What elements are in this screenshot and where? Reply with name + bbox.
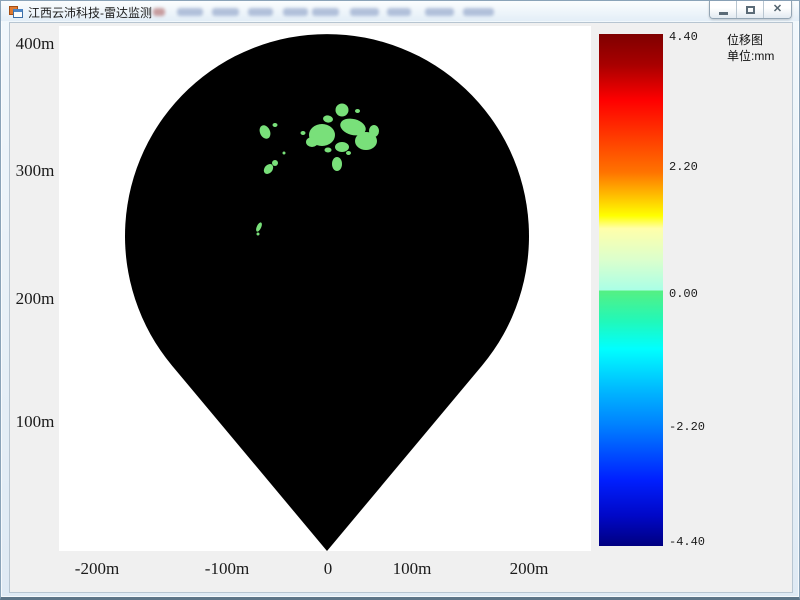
displacement-blob xyxy=(336,104,349,117)
colorbar xyxy=(599,34,663,546)
plot-panel xyxy=(59,26,591,551)
x-tick-label: 200m xyxy=(510,559,549,579)
maximize-button[interactable] xyxy=(737,1,764,18)
colorbar-legend-unit: 单位:mm xyxy=(727,48,774,64)
colorbar-tick-label: 0.00 xyxy=(669,287,698,301)
menu-item-blurred-4[interactable] xyxy=(248,8,273,16)
window-controls: ✕ xyxy=(709,1,792,19)
y-tick-label: 400m xyxy=(12,34,58,54)
y-tick-label: 300m xyxy=(12,161,58,181)
x-tick-label: -200m xyxy=(75,559,119,579)
displacement-blob xyxy=(273,123,278,127)
menu-item-blurred-7[interactable] xyxy=(350,8,379,16)
maximize-icon xyxy=(746,6,755,14)
close-icon: ✕ xyxy=(773,4,782,15)
y-tick-label: 200m xyxy=(12,289,58,309)
displacement-blob xyxy=(346,151,351,155)
y-tick-label: 100m xyxy=(12,412,58,432)
displacement-blob xyxy=(257,233,260,236)
colorbar-tick-label: -4.40 xyxy=(669,535,705,549)
title-bar: 江西云沛科技-雷达监测 ✕ xyxy=(1,1,799,21)
menu-item-blurred-6[interactable] xyxy=(312,8,339,16)
radar-coverage-cone xyxy=(125,34,529,551)
colorbar-legend: 位移图 单位:mm xyxy=(727,32,774,64)
minimize-icon xyxy=(719,12,728,15)
menu-item-blurred-3[interactable] xyxy=(212,8,239,16)
x-tick-label: 0 xyxy=(324,559,333,579)
colorbar-tick-label: 4.40 xyxy=(669,30,698,44)
client-area: 400m 300m 200m 100m -200m -100m 0 100m 200m 4.4… xyxy=(9,22,793,593)
displacement-blob xyxy=(301,131,306,135)
close-button[interactable]: ✕ xyxy=(764,1,791,18)
displacement-blob xyxy=(369,125,379,137)
menu-item-blurred-9[interactable] xyxy=(425,8,454,16)
menu-bar xyxy=(1,1,799,21)
radar-displacement-map xyxy=(59,26,591,551)
menu-item-blurred-8[interactable] xyxy=(387,8,411,16)
menu-item-blurred-10[interactable] xyxy=(463,8,494,16)
displacement-blob xyxy=(306,137,318,147)
app-window: 江西云沛科技-雷达监测 ✕ 400m 300m 200m 100m -200m -100… xyxy=(0,0,800,600)
x-tick-label: 100m xyxy=(393,559,432,579)
menu-item-blurred-2[interactable] xyxy=(177,8,203,16)
menu-item-blurred-1[interactable] xyxy=(153,8,165,16)
displacement-blob xyxy=(325,148,332,153)
menu-item-blurred-5[interactable] xyxy=(283,8,308,16)
displacement-blob xyxy=(335,142,349,152)
colorbar-tick-label: -2.20 xyxy=(669,420,705,434)
displacement-blob xyxy=(283,152,286,155)
displacement-blob xyxy=(355,109,360,113)
displacement-blob xyxy=(272,160,278,166)
colorbar-tick-label: 2.20 xyxy=(669,160,698,174)
x-tick-label: -100m xyxy=(205,559,249,579)
minimize-button[interactable] xyxy=(710,1,737,18)
displacement-blob xyxy=(332,157,342,171)
colorbar-legend-title: 位移图 xyxy=(727,32,774,48)
